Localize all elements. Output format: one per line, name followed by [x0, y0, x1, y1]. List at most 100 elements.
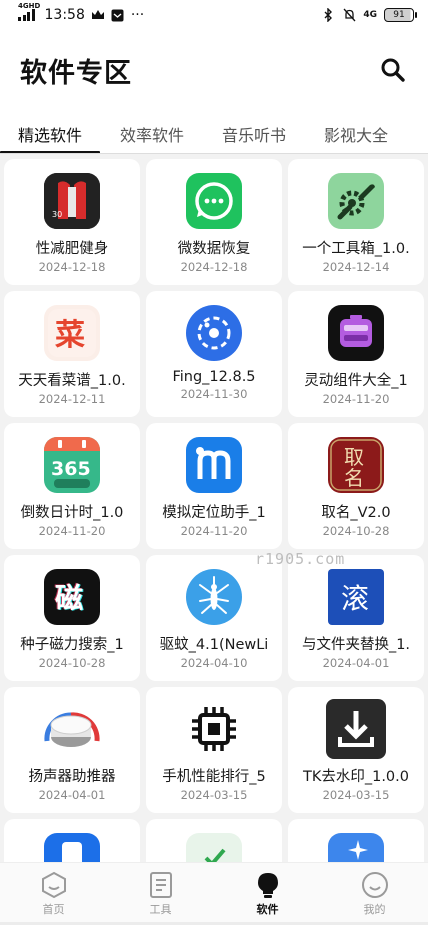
app-card[interactable]: 滚 与文件夹替换_1. 2024-04-01 — [288, 555, 424, 681]
app-name: 取名_V2.0 — [321, 505, 391, 521]
svg-text:名: 名 — [344, 466, 364, 490]
app-date: 2024-12-11 — [38, 392, 106, 406]
app-date: 2024-03-15 — [180, 788, 248, 802]
svg-text:365: 365 — [51, 458, 91, 480]
mute-bell-icon — [342, 8, 356, 22]
app-card-partial[interactable] — [146, 819, 282, 862]
status-time: 13:58 — [44, 7, 85, 23]
network-type-right: 4G — [363, 10, 377, 20]
app-card-partial[interactable] — [288, 819, 424, 862]
battery-icon: 91 — [384, 8, 417, 22]
widget-icon — [328, 305, 384, 361]
app-card[interactable]: 365 倒数日计时_1.0 2024-11-20 — [4, 423, 140, 549]
app-name: 天天看菜谱_1.0. — [18, 373, 126, 389]
app-card[interactable]: 模拟定位助手_1 2024-11-20 — [146, 423, 282, 549]
app-date: 2024-11-20 — [322, 392, 390, 406]
app-name: 手机性能排行_5 — [162, 769, 266, 785]
magnet-icon: 磁磁磁 — [44, 569, 100, 625]
app-card[interactable]: 微数据恢复 2024-12-18 — [146, 159, 282, 285]
cellular-signal-icon: 4GHD — [18, 2, 40, 21]
app-name: 性减肥健身 — [35, 241, 109, 257]
app-date: 2024-03-15 — [322, 788, 390, 802]
status-bar: 4GHD 13:58 ··· 4G 91 — [0, 0, 428, 30]
app-card[interactable]: 30 性减肥健身 2024-12-18 — [4, 159, 140, 285]
app-date: 2024-11-20 — [38, 524, 106, 538]
lightbulb-icon — [257, 873, 278, 898]
nav-home[interactable]: 首页 — [0, 863, 107, 925]
crown-icon — [91, 8, 105, 22]
fitness-icon: 30 — [44, 173, 100, 229]
download-icon — [326, 699, 386, 759]
app-card[interactable]: Fing_12.8.5 2024-11-30 — [146, 291, 282, 417]
app-date: 2024-12-14 — [322, 260, 390, 274]
recipe-icon: 菜 — [44, 305, 100, 361]
app-card[interactable]: 扬声器助推器 2024-04-01 — [4, 687, 140, 813]
home-hexagon-icon — [41, 871, 66, 899]
app-date: 2024-04-10 — [180, 656, 248, 670]
svg-text:30: 30 — [52, 210, 62, 219]
tab-music-audiobooks[interactable]: 音乐听书 — [222, 110, 286, 154]
folder-replace-icon: 滚 — [328, 569, 384, 625]
bluetooth-icon — [321, 8, 335, 22]
svg-text:滚: 滚 — [341, 582, 369, 615]
app-name: 微数据恢复 — [177, 241, 251, 257]
app-icon-partial-sparkle — [328, 833, 384, 862]
app-grid: 30 性减肥健身 2024-12-18 微数据恢复 2024-12-18 一个工… — [0, 154, 428, 862]
nav-tools[interactable]: 工具 — [107, 863, 214, 925]
nav-profile[interactable]: 我的 — [321, 863, 428, 925]
app-date: 2024-04-01 — [38, 788, 106, 802]
app-name: 与文件夹替换_1. — [301, 637, 411, 653]
wrench-gear-icon — [328, 173, 384, 229]
profile-smile-icon — [361, 872, 388, 898]
tab-featured[interactable]: 精选软件 — [0, 110, 101, 154]
app-card[interactable]: 灵动组件大全_1 2024-11-20 — [288, 291, 424, 417]
app-icon-partial-green — [186, 833, 242, 862]
chat-recovery-icon — [186, 173, 242, 229]
speaker-knob-icon — [41, 701, 103, 757]
more-notifications: ··· — [130, 7, 145, 23]
app-name: 扬声器助推器 — [28, 769, 116, 785]
category-tabs: 精选软件 效率软件 音乐听书 影视大全 — [0, 110, 428, 154]
bottom-navigation: 首页 工具 软件 我的 — [0, 862, 428, 925]
app-name: 倒数日计时_1.0 — [20, 505, 124, 521]
svg-text:磁: 磁 — [55, 582, 83, 615]
app-date: 2024-10-28 — [38, 656, 106, 670]
app-card[interactable]: 一个工具箱_1.0. 2024-12-14 — [288, 159, 424, 285]
app-name: 模拟定位助手_1 — [162, 505, 266, 521]
app-card[interactable]: 磁磁磁 种子磁力搜索_1 2024-10-28 — [4, 555, 140, 681]
app-name: 一个工具箱_1.0. — [302, 241, 410, 257]
app-date: 2024-11-30 — [180, 387, 248, 401]
calendar-365-icon: 365 — [44, 437, 100, 493]
message-icon — [111, 8, 125, 22]
naming-icon: 取名 — [328, 437, 384, 493]
app-card[interactable]: TK去水印_1.0.0 2024-03-15 — [288, 687, 424, 813]
app-name: 驱蚊_4.1(NewLi — [159, 637, 269, 653]
nav-profile-label: 我的 — [363, 903, 386, 916]
app-card[interactable]: 菜 天天看菜谱_1.0. 2024-12-11 — [4, 291, 140, 417]
tab-movies-tv[interactable]: 影视大全 — [324, 110, 388, 154]
app-card-partial[interactable] — [4, 819, 140, 862]
app-card[interactable]: 手机性能排行_5 2024-03-15 — [146, 687, 282, 813]
app-date: 2024-12-18 — [38, 260, 106, 274]
location-m-icon — [186, 437, 242, 493]
app-card[interactable]: 取名 取名_V2.0 2024-10-28 — [288, 423, 424, 549]
app-date: 2024-12-18 — [180, 260, 248, 274]
app-icon-partial-blue — [44, 833, 100, 862]
page-title: 软件专区 — [20, 57, 132, 89]
nav-home-label: 首页 — [42, 903, 65, 916]
watermark-text: r1905.com — [255, 550, 346, 568]
tools-doc-icon — [149, 872, 172, 898]
battery-level: 91 — [393, 10, 405, 20]
nav-software[interactable]: 软件 — [214, 863, 321, 925]
app-card[interactable]: 驱蚊_4.1(NewLi 2024-04-10 — [146, 555, 282, 681]
app-date: 2024-10-28 — [322, 524, 390, 538]
search-button[interactable] — [378, 55, 408, 85]
mosquito-icon — [186, 569, 242, 625]
fing-icon — [186, 305, 242, 361]
nav-software-label: 软件 — [256, 903, 279, 916]
page-header: 软件专区 — [0, 30, 428, 110]
app-date: 2024-11-20 — [180, 524, 248, 538]
app-date: 2024-04-01 — [322, 656, 390, 670]
tab-efficiency[interactable]: 效率软件 — [120, 110, 184, 154]
nav-tools-label: 工具 — [149, 903, 172, 916]
